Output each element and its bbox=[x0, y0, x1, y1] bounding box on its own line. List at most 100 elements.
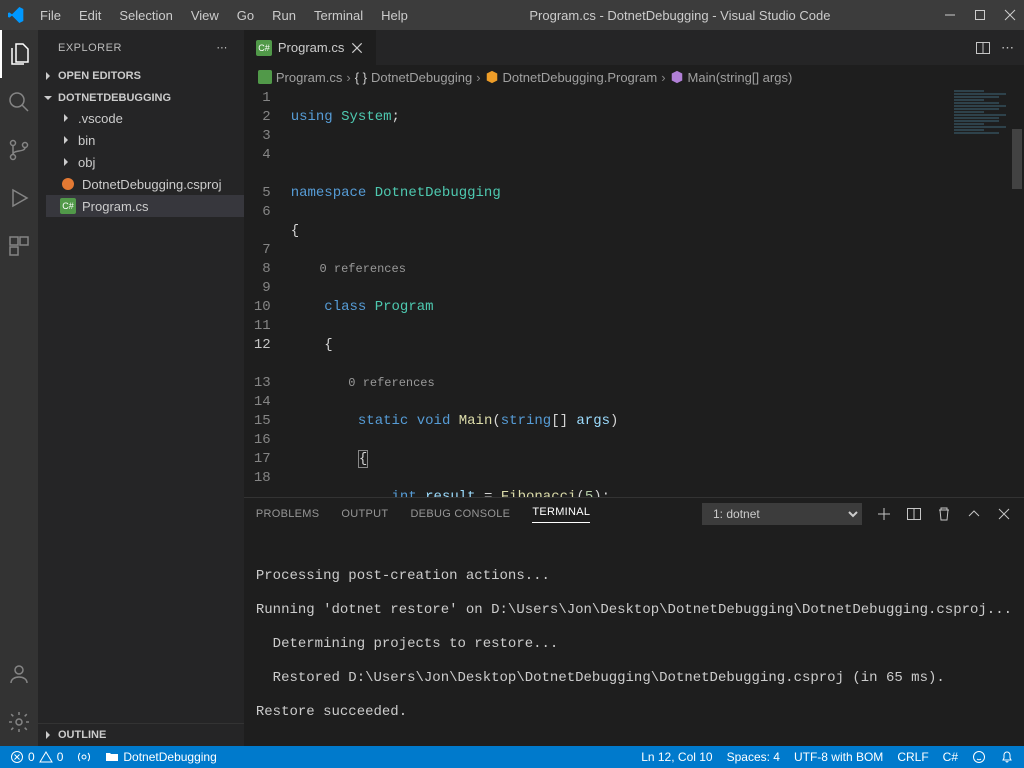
chevron-up-icon[interactable] bbox=[966, 506, 982, 522]
tree-item-folder[interactable]: obj bbox=[46, 151, 244, 173]
chevron-right-icon bbox=[60, 156, 72, 168]
status-feedback[interactable] bbox=[972, 750, 986, 764]
editor-tab[interactable]: C# Program.cs bbox=[244, 30, 377, 65]
sidebar-more-icon[interactable]: ⋯ bbox=[216, 41, 228, 54]
close-icon[interactable] bbox=[996, 506, 1012, 522]
tab-label: Program.cs bbox=[278, 40, 344, 55]
branch-icon bbox=[7, 138, 31, 162]
title-bar: File Edit Selection View Go Run Terminal… bbox=[0, 0, 1024, 30]
panel-tab-problems[interactable]: PROBLEMS bbox=[256, 508, 320, 520]
panel-tab-terminal[interactable]: TERMINAL bbox=[532, 506, 590, 523]
activity-explorer[interactable] bbox=[0, 30, 38, 78]
outline-section[interactable]: OUTLINE bbox=[38, 726, 244, 744]
menu-view[interactable]: View bbox=[183, 4, 227, 27]
menu-selection[interactable]: Selection bbox=[111, 4, 180, 27]
terminal-selector[interactable]: 1: dotnet bbox=[702, 503, 862, 525]
broadcast-icon bbox=[77, 750, 91, 764]
status-bar: 0 0 DotnetDebugging Ln 12, Col 10 Spaces… bbox=[0, 746, 1024, 768]
status-bell[interactable] bbox=[1000, 750, 1014, 764]
tree-item-folder[interactable]: .vscode bbox=[46, 107, 244, 129]
breadcrumb-item[interactable]: DotnetDebugging.Program bbox=[503, 70, 658, 85]
explorer-title: EXPLORER bbox=[58, 42, 122, 54]
vscode-logo-icon bbox=[8, 7, 24, 23]
status-lncol[interactable]: Ln 12, Col 10 bbox=[641, 750, 712, 764]
terminal-line: Restored D:\Users\Jon\Desktop\DotnetDebu… bbox=[256, 670, 1012, 687]
outline-label: OUTLINE bbox=[58, 729, 106, 741]
menu-terminal[interactable]: Terminal bbox=[306, 4, 371, 27]
activity-bar bbox=[0, 30, 38, 746]
csproj-file-icon bbox=[60, 176, 76, 192]
csharp-file-icon: C# bbox=[60, 198, 76, 214]
extensions-icon bbox=[7, 234, 31, 258]
files-icon bbox=[8, 42, 32, 66]
tree-item-folder[interactable]: bin bbox=[46, 129, 244, 151]
chevron-right-icon bbox=[60, 112, 72, 124]
editor-more-icon[interactable]: ⋯ bbox=[1001, 40, 1014, 56]
panel-tab-debug[interactable]: DEBUG CONSOLE bbox=[410, 508, 510, 520]
menu-go[interactable]: Go bbox=[229, 4, 262, 27]
status-errors[interactable]: 0 0 bbox=[10, 750, 63, 764]
minimize-icon[interactable] bbox=[944, 9, 956, 21]
feedback-icon bbox=[972, 750, 986, 764]
status-eol[interactable]: CRLF bbox=[897, 750, 928, 764]
breadcrumb-item[interactable]: Program.cs bbox=[276, 70, 342, 85]
close-icon[interactable] bbox=[350, 41, 364, 55]
warning-icon bbox=[39, 750, 53, 764]
tree-label: Program.cs bbox=[82, 199, 148, 214]
close-icon[interactable] bbox=[1004, 9, 1016, 21]
tree-item-file[interactable]: C# Program.cs bbox=[46, 195, 244, 217]
project-section[interactable]: DOTNETDEBUGGING bbox=[38, 89, 244, 107]
plus-icon[interactable] bbox=[876, 506, 892, 522]
breadcrumb-item[interactable]: Main(string[] args) bbox=[688, 70, 793, 85]
open-editors-section[interactable]: OPEN EDITORS bbox=[38, 67, 244, 85]
breadcrumb-item[interactable]: DotnetDebugging bbox=[371, 70, 472, 85]
menu-edit[interactable]: Edit bbox=[71, 4, 109, 27]
play-bug-icon bbox=[7, 186, 31, 210]
chevron-right-icon bbox=[60, 134, 72, 146]
tree-item-file[interactable]: DotnetDebugging.csproj bbox=[46, 173, 244, 195]
code-content[interactable]: using System; namespace DotnetDebugging … bbox=[291, 89, 1024, 497]
menu-help[interactable]: Help bbox=[373, 4, 416, 27]
explorer-sidebar: EXPLORER ⋯ OPEN EDITORS DOTNETDEBUGGING … bbox=[38, 30, 244, 746]
terminal-line: Determining projects to restore... bbox=[256, 636, 1012, 653]
activity-account[interactable] bbox=[0, 650, 38, 698]
line-numbers: 1 2 3 4 5 6 7 8 9 10 11 12 13 14 15 16 1… bbox=[244, 89, 291, 497]
status-spaces[interactable]: Spaces: 4 bbox=[727, 750, 780, 764]
maximize-icon[interactable] bbox=[974, 9, 986, 21]
file-tree: .vscode bin obj DotnetDebugging.csproj C… bbox=[38, 107, 244, 217]
split-icon[interactable] bbox=[906, 506, 922, 522]
editor-tabs-bar: C# Program.cs ⋯ bbox=[244, 30, 1024, 65]
activity-search[interactable] bbox=[0, 78, 38, 126]
panel-tabs: PROBLEMS OUTPUT DEBUG CONSOLE TERMINAL 1… bbox=[244, 498, 1024, 530]
status-language[interactable]: C# bbox=[943, 750, 958, 764]
class-icon bbox=[485, 70, 499, 84]
search-icon bbox=[7, 90, 31, 114]
terminal[interactable]: Processing post-creation actions... Runn… bbox=[244, 530, 1024, 746]
status-encoding[interactable]: UTF-8 with BOM bbox=[794, 750, 883, 764]
split-editor-icon[interactable] bbox=[975, 40, 991, 56]
code-editor[interactable]: 1 2 3 4 5 6 7 8 9 10 11 12 13 14 15 16 1… bbox=[244, 89, 1024, 497]
account-icon bbox=[7, 662, 31, 686]
trash-icon[interactable] bbox=[936, 506, 952, 522]
activity-scm[interactable] bbox=[0, 126, 38, 174]
activity-settings[interactable] bbox=[0, 698, 38, 746]
editor-scrollbar[interactable] bbox=[1010, 89, 1024, 497]
activity-extensions[interactable] bbox=[0, 222, 38, 270]
menu-bar: File Edit Selection View Go Run Terminal… bbox=[32, 4, 416, 27]
menu-file[interactable]: File bbox=[32, 4, 69, 27]
bottom-panel: PROBLEMS OUTPUT DEBUG CONSOLE TERMINAL 1… bbox=[244, 497, 1024, 746]
activity-run-debug[interactable] bbox=[0, 174, 38, 222]
window-controls bbox=[944, 9, 1016, 21]
csharp-file-icon: C# bbox=[256, 40, 272, 56]
gear-icon bbox=[7, 710, 31, 734]
breadcrumb[interactable]: Program.cs› { } DotnetDebugging› DotnetD… bbox=[244, 65, 1024, 89]
minimap[interactable] bbox=[950, 89, 1010, 497]
folder-icon bbox=[105, 750, 119, 764]
status-live-share[interactable] bbox=[77, 750, 91, 764]
menu-run[interactable]: Run bbox=[264, 4, 304, 27]
sidebar-header: EXPLORER ⋯ bbox=[38, 30, 244, 65]
panel-tab-output[interactable]: OUTPUT bbox=[341, 508, 388, 520]
tree-label: .vscode bbox=[78, 111, 123, 126]
status-folder[interactable]: DotnetDebugging bbox=[105, 750, 216, 764]
tree-label: obj bbox=[78, 155, 95, 170]
